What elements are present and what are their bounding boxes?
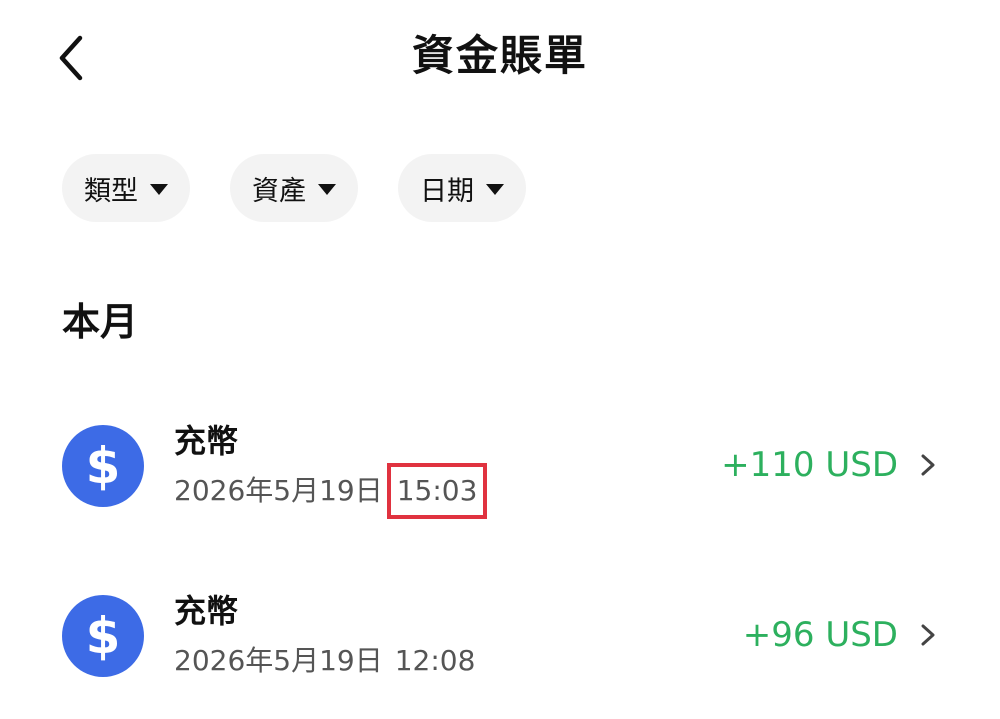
filter-asset-dropdown[interactable]: 資產	[230, 154, 358, 222]
transaction-time: 12:08	[394, 644, 476, 677]
transaction-time-highlighted: 15:03	[386, 463, 488, 519]
transaction-date: 2026年5月19日	[174, 644, 383, 677]
filter-type-label: 類型	[84, 175, 138, 207]
transaction-amount: +110 USD	[721, 445, 898, 485]
filter-type-dropdown[interactable]: 類型	[62, 154, 190, 222]
dollar-coin-icon: $	[62, 595, 144, 677]
transaction-datetime: 2026年5月19日 15:03	[174, 463, 488, 519]
transaction-datetime: 2026年5月19日 12:08	[174, 641, 475, 681]
chevron-right-icon	[916, 451, 940, 479]
bill-page: 資金賬單 類型 資產 日期 本月 $ 充幣 2026年5月19日 15:03 +1…	[0, 0, 1000, 719]
transaction-row[interactable]: $ 充幣 2026年5月19日 12:08 +96 USD	[0, 575, 1000, 695]
dollar-coin-icon: $	[62, 425, 144, 507]
transaction-amount: +96 USD	[742, 615, 898, 655]
filter-bar: 類型 資產 日期	[62, 154, 526, 222]
filter-asset-label: 資產	[252, 175, 306, 207]
header: 資金賬單	[0, 0, 1000, 110]
caret-down-icon	[486, 183, 504, 195]
caret-down-icon	[318, 183, 336, 195]
transaction-name: 充幣	[174, 422, 239, 460]
filter-date-label: 日期	[420, 175, 474, 207]
caret-down-icon	[150, 183, 168, 195]
transaction-name: 充幣	[174, 592, 239, 630]
transaction-date: 2026年5月19日	[174, 474, 383, 507]
filter-date-dropdown[interactable]: 日期	[398, 154, 526, 222]
transaction-row[interactable]: $ 充幣 2026年5月19日 15:03 +110 USD	[0, 405, 1000, 525]
section-title-this-month: 本月	[62, 300, 139, 344]
chevron-right-icon	[916, 621, 940, 649]
page-title: 資金賬單	[411, 31, 588, 80]
